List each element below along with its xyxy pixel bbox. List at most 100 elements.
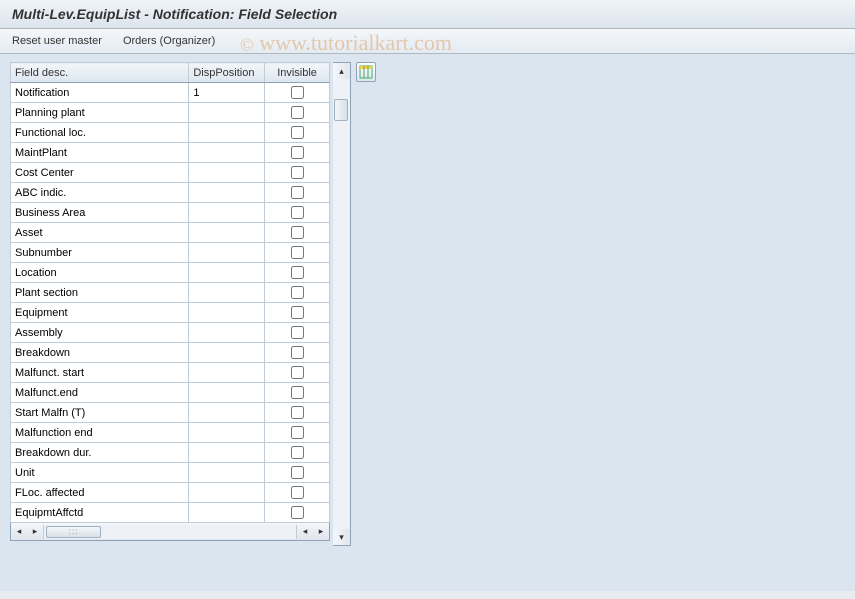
scroll-right-icon[interactable]: ◂: [297, 524, 313, 540]
invisible-checkbox[interactable]: [291, 406, 304, 419]
invisible-cell: [265, 343, 330, 363]
field-desc-cell[interactable]: Breakdown: [11, 343, 189, 363]
column-header-invisible[interactable]: Invisible: [265, 63, 330, 83]
invisible-cell: [265, 263, 330, 283]
field-desc-cell[interactable]: Malfunct.end: [11, 383, 189, 403]
field-desc-cell[interactable]: Location: [11, 263, 189, 283]
invisible-cell: [265, 403, 330, 423]
disp-position-cell[interactable]: [189, 303, 265, 323]
disp-position-cell[interactable]: [189, 443, 265, 463]
table-row: Asset: [11, 223, 330, 243]
invisible-checkbox[interactable]: [291, 146, 304, 159]
invisible-cell: [265, 323, 330, 343]
disp-position-cell[interactable]: [189, 103, 265, 123]
orders-organizer-link[interactable]: Orders (Organizer): [123, 35, 215, 47]
scroll-last-icon[interactable]: ▸: [313, 524, 329, 540]
invisible-checkbox[interactable]: [291, 266, 304, 279]
table-row: Notification1: [11, 83, 330, 103]
disp-position-cell[interactable]: [189, 463, 265, 483]
disp-position-cell[interactable]: [189, 403, 265, 423]
disp-position-cell[interactable]: [189, 223, 265, 243]
disp-position-cell[interactable]: [189, 503, 265, 523]
invisible-checkbox[interactable]: [291, 246, 304, 259]
scroll-left-icon[interactable]: ▸: [27, 524, 43, 540]
disp-position-cell[interactable]: [189, 203, 265, 223]
invisible-cell: [265, 123, 330, 143]
invisible-checkbox[interactable]: [291, 166, 304, 179]
horizontal-scroll-track[interactable]: :::: [43, 525, 297, 539]
vertical-scroll-thumb[interactable]: [334, 99, 348, 121]
field-desc-cell[interactable]: Breakdown dur.: [11, 443, 189, 463]
invisible-cell: [265, 363, 330, 383]
disp-position-cell[interactable]: [189, 483, 265, 503]
invisible-cell: [265, 83, 330, 103]
disp-position-cell[interactable]: [189, 423, 265, 443]
invisible-cell: [265, 103, 330, 123]
field-desc-cell[interactable]: Unit: [11, 463, 189, 483]
disp-position-cell[interactable]: [189, 243, 265, 263]
disp-position-cell[interactable]: [189, 343, 265, 363]
invisible-checkbox[interactable]: [291, 446, 304, 459]
invisible-checkbox[interactable]: [291, 186, 304, 199]
disp-position-cell[interactable]: [189, 183, 265, 203]
field-desc-cell[interactable]: Asset: [11, 223, 189, 243]
invisible-checkbox[interactable]: [291, 206, 304, 219]
invisible-checkbox[interactable]: [291, 466, 304, 479]
disp-position-cell[interactable]: [189, 383, 265, 403]
horizontal-scroll-thumb[interactable]: :::: [46, 526, 101, 538]
field-desc-cell[interactable]: Start Malfn (T): [11, 403, 189, 423]
invisible-cell: [265, 423, 330, 443]
invisible-checkbox[interactable]: [291, 126, 304, 139]
column-header-disp-position[interactable]: DispPosition: [189, 63, 265, 83]
invisible-checkbox[interactable]: [291, 366, 304, 379]
field-desc-cell[interactable]: Equipment: [11, 303, 189, 323]
table-settings-button[interactable]: [356, 62, 376, 82]
invisible-checkbox[interactable]: [291, 506, 304, 519]
invisible-checkbox[interactable]: [291, 226, 304, 239]
field-desc-cell[interactable]: Planning plant: [11, 103, 189, 123]
field-desc-cell[interactable]: EquipmtAffctd: [11, 503, 189, 523]
invisible-checkbox[interactable]: [291, 86, 304, 99]
disp-position-cell[interactable]: [189, 363, 265, 383]
disp-position-cell[interactable]: [189, 163, 265, 183]
vertical-scroll-track[interactable]: [333, 79, 350, 529]
invisible-checkbox[interactable]: [291, 106, 304, 119]
disp-position-cell[interactable]: [189, 263, 265, 283]
scroll-up-icon[interactable]: ▴: [333, 63, 350, 79]
field-desc-cell[interactable]: ABC indic.: [11, 183, 189, 203]
invisible-checkbox[interactable]: [291, 286, 304, 299]
invisible-cell: [265, 283, 330, 303]
scroll-down-icon[interactable]: ▾: [333, 529, 350, 545]
disp-position-cell[interactable]: [189, 143, 265, 163]
horizontal-scrollbar[interactable]: ◂ ▸ ::: ◂ ▸: [10, 523, 330, 541]
reset-user-master-link[interactable]: Reset user master: [12, 35, 102, 47]
invisible-checkbox[interactable]: [291, 486, 304, 499]
field-desc-cell[interactable]: FLoc. affected: [11, 483, 189, 503]
table-row: Plant section: [11, 283, 330, 303]
disp-position-cell[interactable]: [189, 123, 265, 143]
table-row: Start Malfn (T): [11, 403, 330, 423]
table-row: Cost Center: [11, 163, 330, 183]
invisible-checkbox[interactable]: [291, 346, 304, 359]
field-desc-cell[interactable]: Malfunction end: [11, 423, 189, 443]
disp-position-cell[interactable]: [189, 323, 265, 343]
field-desc-cell[interactable]: Business Area: [11, 203, 189, 223]
invisible-checkbox[interactable]: [291, 306, 304, 319]
field-desc-cell[interactable]: Notification: [11, 83, 189, 103]
invisible-checkbox[interactable]: [291, 386, 304, 399]
column-header-field-desc[interactable]: Field desc.: [11, 63, 189, 83]
vertical-scrollbar[interactable]: ▴ ▾: [333, 62, 351, 546]
field-desc-cell[interactable]: Plant section: [11, 283, 189, 303]
invisible-checkbox[interactable]: [291, 326, 304, 339]
field-desc-cell[interactable]: MaintPlant: [11, 143, 189, 163]
field-desc-cell[interactable]: Subnumber: [11, 243, 189, 263]
table-row: Location: [11, 263, 330, 283]
field-desc-cell[interactable]: Malfunct. start: [11, 363, 189, 383]
disp-position-cell[interactable]: 1: [189, 83, 265, 103]
field-desc-cell[interactable]: Assembly: [11, 323, 189, 343]
invisible-checkbox[interactable]: [291, 426, 304, 439]
field-desc-cell[interactable]: Cost Center: [11, 163, 189, 183]
scroll-first-icon[interactable]: ◂: [11, 524, 27, 540]
disp-position-cell[interactable]: [189, 283, 265, 303]
field-desc-cell[interactable]: Functional loc.: [11, 123, 189, 143]
